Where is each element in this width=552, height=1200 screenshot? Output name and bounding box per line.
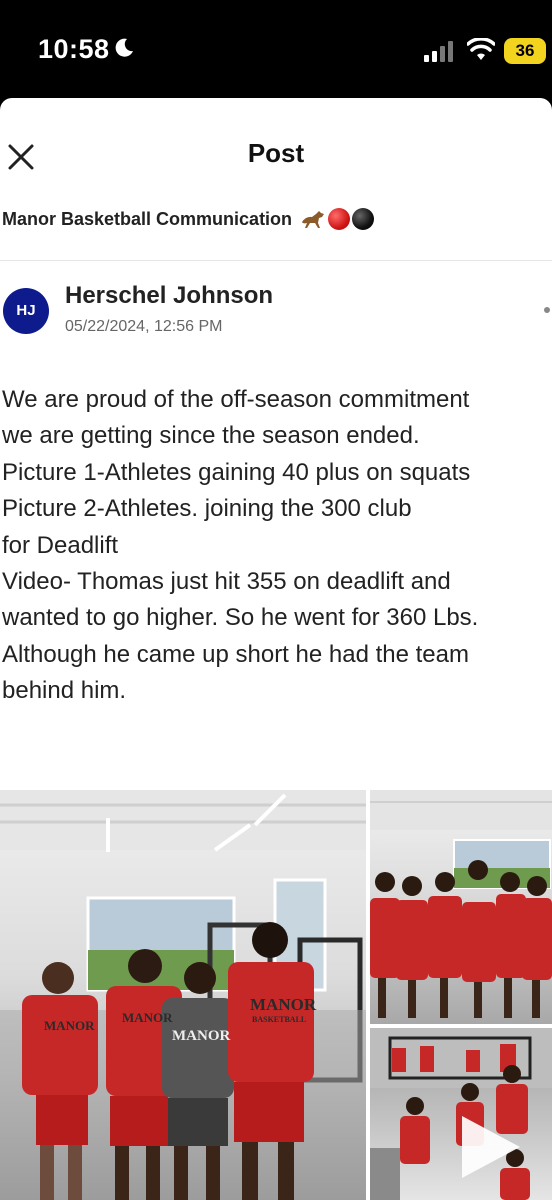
jersey-label: MANOR [250, 995, 317, 1014]
group-emojis [300, 208, 375, 230]
avatar[interactable]: HJ [3, 288, 49, 334]
author-name[interactable]: Herschel Johnson [65, 282, 273, 310]
black-ball-icon [352, 208, 375, 230]
post-body-line: Picture 2-Athletes. joining the 300 club [2, 495, 412, 523]
photo-squats[interactable]: MANOR MANOR MANOR MANOR BASKETBALL [0, 790, 366, 1200]
photo-squats-scene: MANOR MANOR MANOR MANOR BASKETBALL [0, 790, 366, 1200]
post-body-line: we are getting since the season ended. [2, 422, 420, 450]
jersey-label: MANOR [122, 1010, 173, 1025]
group-name[interactable]: Manor Basketball Communication [2, 208, 375, 230]
post-body-line: for Deadlift [2, 531, 119, 559]
jersey-sublabel: BASKETBALL [252, 1015, 306, 1024]
status-time: 10:58 [38, 34, 110, 64]
battery-icon: 36 [504, 38, 546, 64]
red-ball-icon [328, 208, 351, 230]
more-options-icon[interactable] [544, 307, 550, 313]
post-body-line: Although he came up short he had the tea… [2, 640, 469, 668]
signal-icon [424, 41, 453, 62]
page-title: Post [247, 138, 305, 168]
post-body-line: We are proud of the off-season commitmen… [2, 386, 470, 413]
status-bar: 10:58 36 [0, 0, 552, 100]
jersey-label: MANOR [44, 1018, 95, 1033]
wifi-icon [467, 38, 495, 60]
divider [0, 260, 552, 261]
post-body-line: Video- Thomas just hit 355 on deadlift a… [2, 568, 451, 596]
photo-deadlift-scene [370, 790, 552, 1018]
post-body-line: Picture 1-Athletes gaining 40 plus on sq… [2, 458, 471, 486]
play-icon[interactable] [456, 1112, 526, 1182]
horse-icon [302, 211, 325, 228]
jersey-label: MANOR [172, 1028, 230, 1044]
photo-deadlift[interactable] [370, 790, 552, 1024]
post-body-line: behind him. [2, 677, 127, 705]
moon-icon [115, 38, 133, 57]
post-body-line: wanted to go higher. So he went for 360 … [2, 604, 479, 632]
post-body: We are proud of the off-season commitmen… [2, 382, 550, 710]
post-sheet: Post Manor Basketball Communication HJ H… [0, 98, 552, 1200]
group-name-label: Manor Basketball Communication [2, 208, 293, 229]
nav-header: Post [0, 98, 552, 218]
post-timestamp: 05/22/2024, 12:56 PM [65, 318, 223, 335]
